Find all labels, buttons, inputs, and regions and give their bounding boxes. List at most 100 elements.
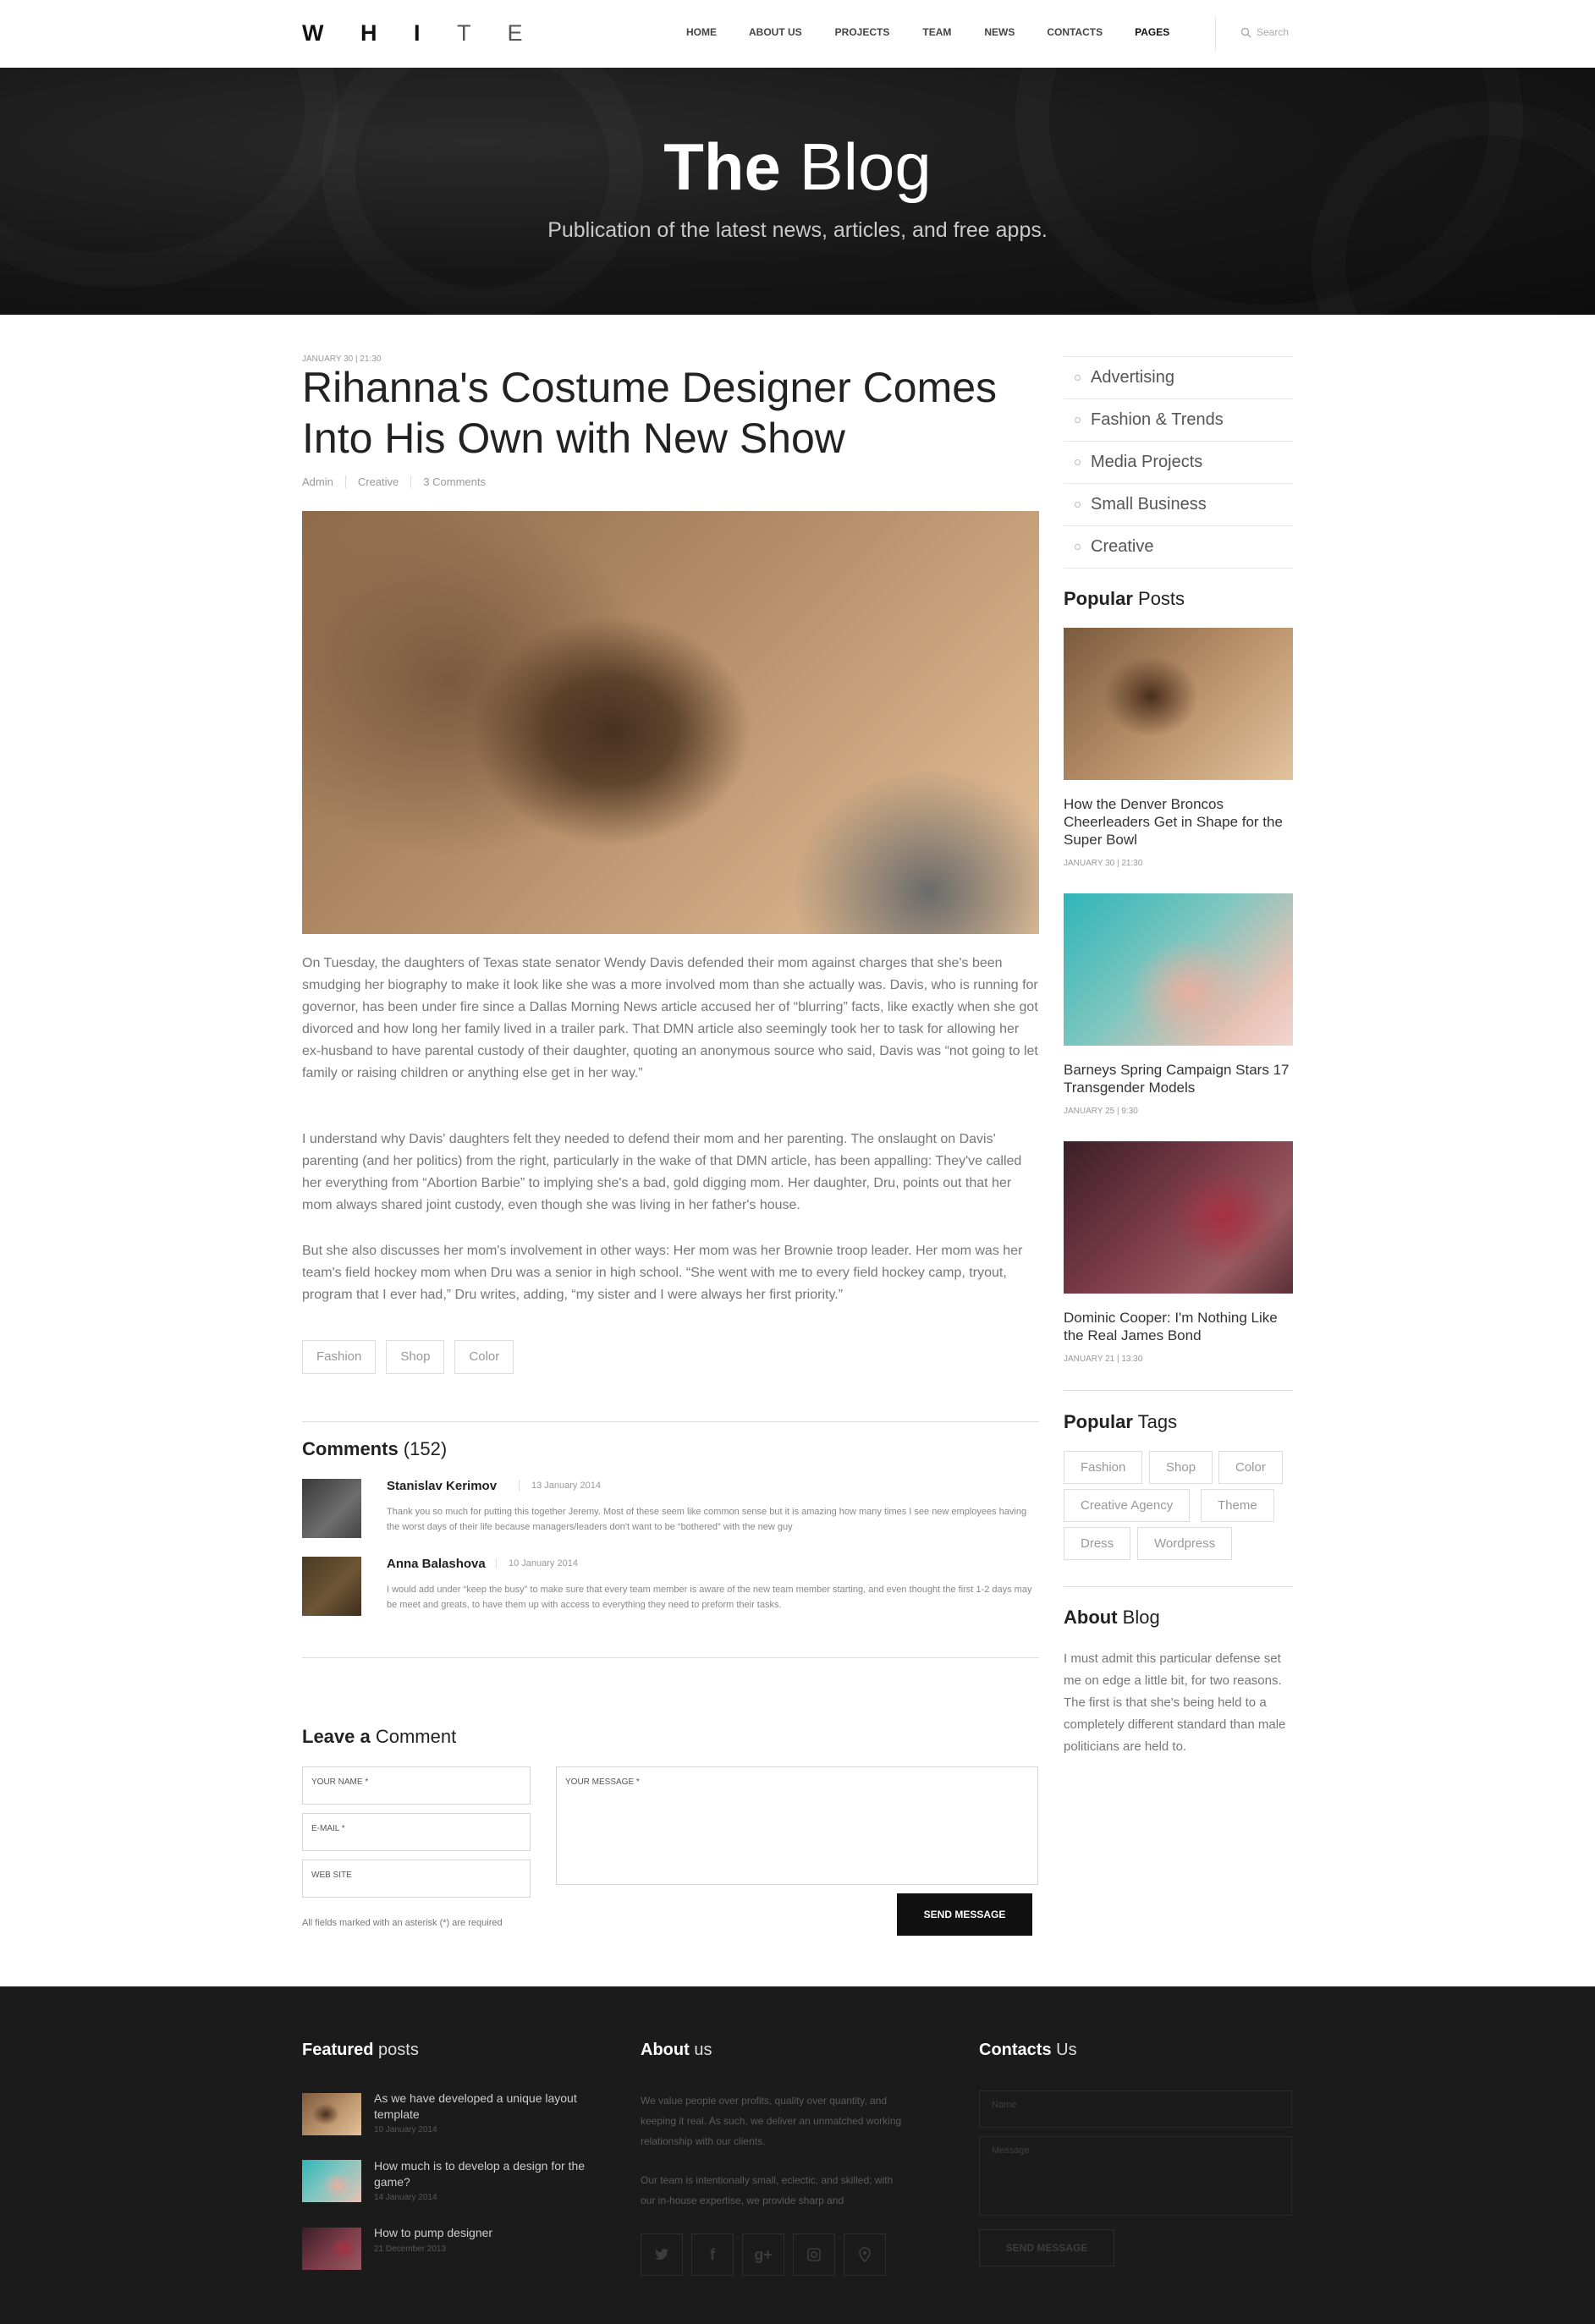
popular-tag[interactable]: Fashion — [1064, 1451, 1143, 1484]
leave-comment-heading-light: Comment — [370, 1726, 457, 1747]
featured-post-thumbnail[interactable] — [302, 2160, 361, 2202]
nav-home[interactable]: HOME — [686, 26, 717, 38]
leave-comment-heading: Leave a Comment — [302, 1726, 456, 1748]
about-blog-heading: About Blog — [1064, 1607, 1160, 1629]
popular-tag[interactable]: Wordpress — [1137, 1527, 1233, 1560]
featured-post-thumbnail[interactable] — [302, 2228, 361, 2270]
popular-tag[interactable]: Creative Agency — [1064, 1489, 1191, 1522]
footer-name-field[interactable]: Name — [979, 2091, 1292, 2128]
site-logo[interactable]: W H I T E — [302, 20, 538, 47]
footer-send-button[interactable]: SEND MESSAGE — [979, 2229, 1114, 2266]
post-tag[interactable]: Color — [454, 1340, 514, 1374]
category-item[interactable]: Media Projects — [1064, 442, 1293, 484]
bullet-icon — [1075, 375, 1081, 381]
post-tags: Fashion Shop Color — [302, 1340, 524, 1374]
popular-post-title[interactable]: How the Denver Broncos Cheerleaders Get … — [1064, 795, 1293, 849]
website-field[interactable]: WEB SITE — [302, 1860, 531, 1898]
nav-team[interactable]: TEAM — [922, 26, 951, 38]
footer-contacts-heading-light: Us — [1051, 2041, 1077, 2059]
divider — [302, 1421, 1039, 1422]
featured-post-title[interactable]: How to pump designer — [374, 2225, 586, 2241]
popular-tag[interactable]: Color — [1218, 1451, 1283, 1484]
featured-post-title[interactable]: As we have developed a unique layout tem… — [374, 2091, 586, 2123]
footer-about-text: We value people over profits, quality ov… — [641, 2095, 902, 2147]
facebook-icon[interactable]: f — [691, 2233, 734, 2276]
footer-about-heading-bold: About — [641, 2041, 690, 2059]
popular-post-date: JANUARY 21 | 13:30 — [1064, 1354, 1143, 1364]
popular-tags-heading-bold: Popular — [1064, 1411, 1133, 1432]
instagram-glyph — [807, 2248, 821, 2261]
comment-text: I would add under “keep the busy” to mak… — [387, 1585, 1032, 1610]
post-title: Rihanna's Costume Designer Comes Into Hi… — [302, 364, 998, 462]
footer-about-heading-light: us — [689, 2041, 712, 2059]
nav-news[interactable]: NEWS — [984, 26, 1015, 38]
category-label: Advertising — [1091, 368, 1174, 387]
popular-tags-heading-light: Tags — [1132, 1411, 1178, 1432]
featured-post-date: 10 January 2014 — [374, 2125, 437, 2134]
category-label: Media Projects — [1091, 453, 1203, 471]
avatar — [302, 1557, 361, 1616]
post-category-link[interactable]: Creative — [344, 475, 410, 488]
search-field[interactable]: Search — [1240, 26, 1289, 38]
popular-tags: Fashion Shop Color Creative Agency Theme… — [1064, 1451, 1293, 1561]
post-paragraph: But she also discusses her mom's involve… — [302, 1244, 1023, 1302]
popular-tag[interactable]: Shop — [1149, 1451, 1213, 1484]
popular-post-image[interactable] — [1064, 1141, 1293, 1294]
featured-post-date: 14 January 2014 — [374, 2193, 437, 2202]
category-list: Advertising Fashion & Trends Media Proje… — [1064, 356, 1293, 569]
search-icon — [1240, 27, 1251, 37]
popular-tag[interactable]: Theme — [1201, 1489, 1274, 1522]
nav-about-us[interactable]: ABOUT US — [749, 26, 802, 38]
comments-heading: Comments (152) — [302, 1438, 447, 1460]
bullet-icon — [1075, 459, 1081, 465]
twitter-icon[interactable] — [641, 2233, 683, 2276]
popular-post-image[interactable] — [1064, 893, 1293, 1046]
popular-tag[interactable]: Dress — [1064, 1527, 1131, 1560]
page-title-light: Blog — [780, 129, 932, 204]
post-author-link[interactable]: Admin — [302, 475, 345, 488]
logo-bold-text: W H I — [302, 20, 436, 46]
nav-projects[interactable]: PROJECTS — [835, 26, 890, 38]
footer-message-field[interactable]: Message — [979, 2136, 1292, 2216]
send-message-button[interactable]: SEND MESSAGE — [897, 1893, 1032, 1936]
category-label: Small Business — [1091, 495, 1207, 514]
footer-about-heading: About us — [641, 2041, 712, 2060]
name-field[interactable]: YOUR NAME * — [302, 1766, 531, 1805]
category-item[interactable]: Advertising — [1064, 357, 1293, 399]
featured-post-title[interactable]: How much is to develop a design for the … — [374, 2158, 586, 2190]
post-comments-link[interactable]: 3 Comments — [410, 475, 498, 488]
category-item[interactable]: Small Business — [1064, 484, 1293, 526]
category-item[interactable]: Fashion & Trends — [1064, 399, 1293, 442]
post-tag[interactable]: Fashion — [302, 1340, 377, 1374]
map-pin-icon[interactable] — [844, 2233, 886, 2276]
nav-pages[interactable]: PAGES — [1135, 26, 1169, 38]
popular-post-image[interactable] — [1064, 628, 1293, 780]
featured-posts-heading: Featured posts — [302, 2041, 419, 2060]
bullet-icon — [1075, 544, 1081, 550]
divider — [302, 1657, 1039, 1658]
page-title-bold: The — [663, 129, 781, 204]
popular-post-title[interactable]: Dominic Cooper: I'm Nothing Like the Rea… — [1064, 1309, 1293, 1344]
google-plus-glyph: g+ — [754, 2245, 773, 2263]
popular-post-title[interactable]: Barneys Spring Campaign Stars 17 Transge… — [1064, 1061, 1293, 1096]
email-field[interactable]: E-MAIL * — [302, 1813, 531, 1851]
featured-post-date: 21 December 2013 — [374, 2244, 447, 2254]
google-plus-icon[interactable]: g+ — [742, 2233, 784, 2276]
map-pin-glyph — [859, 2247, 871, 2262]
instagram-icon[interactable] — [793, 2233, 835, 2276]
nav-contacts[interactable]: CONTACTS — [1047, 26, 1103, 38]
page-title: The Blog — [0, 129, 1595, 206]
category-label: Creative — [1091, 537, 1154, 556]
avatar — [302, 1479, 361, 1538]
popular-posts-heading-light: Posts — [1132, 588, 1185, 609]
about-blog-text: I must admit this particular defense set… — [1064, 1651, 1286, 1754]
comment-author[interactable]: Anna Balashova — [387, 1557, 486, 1571]
post-meta: Admin Creative 3 Comments — [302, 475, 498, 488]
comment-author[interactable]: Stanislav Kerimov — [387, 1479, 497, 1493]
featured-post-thumbnail[interactable] — [302, 2093, 361, 2135]
category-item[interactable]: Creative — [1064, 526, 1293, 569]
popular-post-date: JANUARY 25 | 9:30 — [1064, 1107, 1138, 1116]
post-tag[interactable]: Shop — [386, 1340, 445, 1374]
comment-item: Stanislav Kerimov 13 January 2014 Thank … — [302, 1479, 1038, 1547]
message-field[interactable]: YOUR MESSAGE * — [556, 1766, 1038, 1885]
